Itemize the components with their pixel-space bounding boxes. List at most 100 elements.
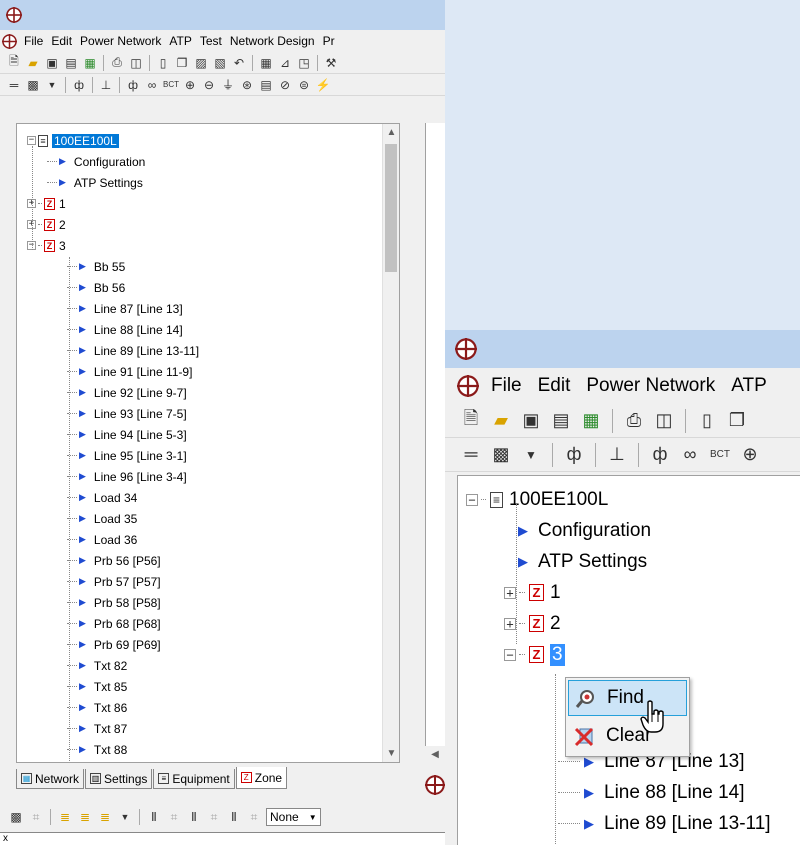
tree-leaf-node[interactable]: ▶ Line 88 [Line 14] bbox=[558, 777, 800, 808]
relay-orange-icon[interactable]: ≣ bbox=[97, 809, 113, 825]
paste-special-icon[interactable]: ▧ bbox=[212, 55, 228, 71]
capacitor-icon[interactable]: ⊜ bbox=[296, 77, 312, 93]
step-icon[interactable]: Ⅱ bbox=[146, 809, 162, 825]
tree-leaf-node[interactable]: ▶ Line 89 [Line 13-11] bbox=[67, 340, 399, 361]
menu-atp[interactable]: ATP bbox=[165, 34, 195, 48]
tree-leaf-label[interactable]: Line 91 [Line 11-9] bbox=[94, 365, 193, 379]
relay-yellow-icon[interactable]: ≣ bbox=[77, 809, 93, 825]
tab-network[interactable]: ▦ Network bbox=[16, 769, 85, 789]
tree-leaf-label[interactable]: Load 35 bbox=[94, 512, 137, 526]
tools-icon[interactable]: ⚒ bbox=[323, 55, 339, 71]
tree-leaf-node[interactable]: ▶ Line 92 [Line 9-7] bbox=[67, 382, 399, 403]
collapse-icon[interactable]: − bbox=[504, 648, 516, 661]
probe-icon[interactable]: ⊘ bbox=[277, 77, 293, 93]
tree-leaf-node[interactable]: ▶ Line 91 [Line 11-9] bbox=[67, 361, 399, 382]
tree-leaf-label[interactable]: Load 34 bbox=[94, 491, 137, 505]
print-icon[interactable]: ⎙ bbox=[622, 409, 646, 433]
tree-leaf-label[interactable]: Load 36 bbox=[94, 533, 137, 547]
tree-node-configuration[interactable]: ▶ Configuration bbox=[27, 151, 399, 172]
generator-icon[interactable]: ⊕ bbox=[182, 77, 198, 93]
root-label[interactable]: 100EE100L bbox=[509, 489, 608, 511]
copy-icon[interactable]: ❐ bbox=[725, 409, 749, 433]
tree-node-zone-2[interactable]: + Z 2 bbox=[27, 214, 399, 235]
tree-node-atp-settings[interactable]: ▶ ATP Settings bbox=[27, 172, 399, 193]
tree-leaf-node[interactable]: ▶ Line 96 [Line 3-4] bbox=[67, 466, 399, 487]
save-icon[interactable]: ▣ bbox=[519, 409, 543, 433]
tree-leaf-label[interactable]: Line 96 [Line 3-4] bbox=[94, 470, 187, 484]
save-icon[interactable]: ▣ bbox=[44, 55, 60, 71]
tree-leaf-label[interactable]: Prb 58 [P58] bbox=[94, 596, 161, 610]
new-item-icon[interactable]: ▯ bbox=[695, 409, 719, 433]
fault-icon[interactable]: ⚡ bbox=[315, 77, 331, 93]
zone-3-label[interactable]: 3 bbox=[550, 643, 565, 666]
relay-icon[interactable]: ▤ bbox=[258, 77, 274, 93]
tree-leaf-label[interactable]: Line 95 [Line 3-1] bbox=[94, 449, 187, 463]
configuration-label[interactable]: Configuration bbox=[74, 155, 145, 169]
tree-leaf-label[interactable]: Line 87 [Line 13] bbox=[94, 302, 183, 316]
fill-icon[interactable]: ▩ bbox=[489, 443, 513, 467]
filter-combo[interactable]: None ▼ bbox=[266, 808, 321, 826]
tree-leaf-node[interactable]: ▶ Prb 68 [P68] bbox=[67, 613, 399, 634]
new-icon[interactable]: 🗎 bbox=[6, 54, 22, 71]
zone-2-label[interactable]: 2 bbox=[59, 218, 66, 232]
tree-leaf-node[interactable]: ▶ Load 35 bbox=[67, 508, 399, 529]
tree-leaf-node[interactable]: ▶ Txt 87 bbox=[67, 718, 399, 739]
grid-icon[interactable]: ▦ bbox=[258, 55, 274, 71]
tree-leaf-node[interactable]: ▶ Prb 57 [P57] bbox=[67, 571, 399, 592]
chart-icon[interactable]: ⊿ bbox=[277, 55, 293, 71]
tree-leaf-node[interactable]: ▶ Prb 69 [P69] bbox=[67, 634, 399, 655]
ground-icon[interactable]: ⊥ bbox=[98, 77, 114, 93]
dropdown-arrow-icon[interactable]: ▼ bbox=[519, 443, 543, 467]
tree-leaf-label[interactable]: Line 93 [Line 7-5] bbox=[94, 407, 187, 421]
tree-leaf-node[interactable]: ▶ Line 88 [Line 14] bbox=[67, 319, 399, 340]
breaker-icon[interactable]: ф bbox=[562, 443, 586, 467]
menu-power-network[interactable]: Power Network bbox=[578, 375, 723, 397]
menu-test[interactable]: Test bbox=[196, 34, 226, 48]
tree-leaf-node[interactable]: ▶ Txt 86 bbox=[67, 697, 399, 718]
scroll-down-arrow-icon[interactable]: ▼ bbox=[383, 745, 399, 762]
save-all-icon[interactable]: ▤ bbox=[549, 409, 573, 433]
tree-leaf-node[interactable]: ▶ Line 95 [Line 3-1] bbox=[67, 445, 399, 466]
bct-icon[interactable]: BCT bbox=[708, 443, 732, 467]
paste-icon[interactable]: ▨ bbox=[193, 55, 209, 71]
relay-green-icon[interactable]: ≣ bbox=[57, 809, 73, 825]
app-menu-icon[interactable] bbox=[457, 375, 479, 397]
print-icon[interactable]: ⎙ bbox=[109, 55, 125, 71]
tree-leaf-node[interactable]: ▶ Prb 58 [P58] bbox=[67, 592, 399, 613]
undo-icon[interactable]: ↶ bbox=[231, 55, 247, 71]
fill-icon[interactable]: ▩ bbox=[25, 77, 41, 93]
tree-leaf-label[interactable]: Line 88 [Line 14] bbox=[604, 782, 745, 804]
generator-icon[interactable]: ⊕ bbox=[738, 443, 762, 467]
context-menu-find[interactable]: Find bbox=[568, 680, 687, 716]
step2-icon[interactable]: Ⅱ bbox=[186, 809, 202, 825]
tree-leaf-label[interactable]: Line 89 [Line 13-11] bbox=[604, 813, 771, 835]
transformer-icon[interactable]: ∞ bbox=[144, 77, 160, 93]
breaker-icon[interactable]: ф bbox=[71, 77, 87, 93]
atp-settings-label[interactable]: ATP Settings bbox=[538, 551, 647, 573]
tree-leaf-label[interactable]: Bb 56 bbox=[94, 281, 125, 295]
collapse-icon[interactable]: − bbox=[27, 136, 36, 145]
zone-3-label[interactable]: 3 bbox=[59, 239, 66, 253]
tree-leaf-node[interactable]: ▶ Txt 85 bbox=[67, 676, 399, 697]
zone-1-label[interactable]: 1 bbox=[59, 197, 66, 211]
tree-leaf-label[interactable]: Line 92 [Line 9-7] bbox=[94, 386, 187, 400]
tree-leaf-node[interactable]: ▶ Line 94 [Line 5-3] bbox=[67, 424, 399, 445]
scroll-up-arrow-icon[interactable]: ▲ bbox=[383, 124, 399, 141]
menu-network-design[interactable]: Network Design bbox=[226, 34, 319, 48]
title-bar[interactable] bbox=[0, 0, 445, 30]
root-label[interactable]: 100EE100L bbox=[52, 133, 119, 148]
tree-leaf-node[interactable]: ▶ Txt 82 bbox=[67, 655, 399, 676]
collapse-icon[interactable]: − bbox=[466, 493, 478, 506]
app-menu-icon[interactable] bbox=[2, 33, 17, 49]
menu-edit[interactable]: Edit bbox=[47, 34, 76, 48]
ground-icon[interactable]: ⊥ bbox=[605, 443, 629, 467]
hierarchy-icon[interactable]: ▦ bbox=[82, 55, 98, 71]
tree-leaf-node[interactable]: ▶ Prb 56 [P56] bbox=[67, 550, 399, 571]
save-all-icon[interactable]: ▤ bbox=[63, 55, 79, 71]
bct-icon[interactable]: BCT bbox=[163, 77, 179, 93]
display-icon[interactable]: ▩ bbox=[8, 809, 24, 825]
load-icon[interactable]: ⏚ bbox=[220, 77, 236, 93]
dropdown-arrow-icon[interactable]: ▼ bbox=[44, 77, 60, 93]
tree-leaf-label[interactable]: Txt 87 bbox=[94, 722, 127, 736]
meter-icon[interactable]: ⊛ bbox=[239, 77, 255, 93]
